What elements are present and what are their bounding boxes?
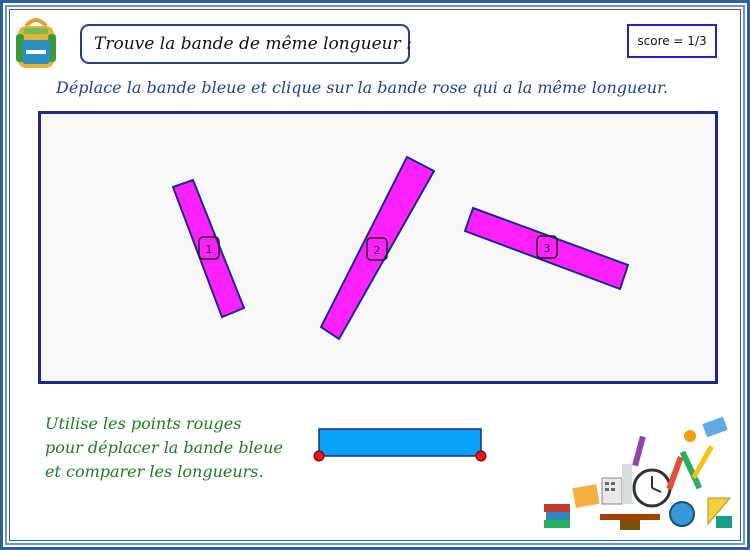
blue-strip xyxy=(318,428,482,457)
school-supplies-illustration xyxy=(544,416,732,530)
hint-line-2: pour déplacer la bande bleue xyxy=(45,438,283,457)
pink-strips-canvas: 1 2 3 xyxy=(171,155,630,341)
score-text: score = 1/3 xyxy=(637,34,707,48)
red-control-point-left[interactable] xyxy=(313,450,325,462)
instruction-text: Déplace la bande bleue et clique sur la … xyxy=(56,78,669,97)
red-control-point-right[interactable] xyxy=(475,450,487,462)
hint-line-1: Utilise les points rouges xyxy=(45,414,242,433)
strip-2-label: 2 xyxy=(374,244,381,257)
strip-3-label: 3 xyxy=(544,242,551,255)
pink-strip-1[interactable]: 1 xyxy=(171,178,246,319)
hint-line-3: et comparer les longueurs. xyxy=(45,462,264,481)
title-box: Trouve la bande de même longueur : xyxy=(80,24,412,64)
backpack-icon xyxy=(16,18,56,68)
page-title: Trouve la bande de même longueur : xyxy=(94,34,412,54)
blue-strip-area xyxy=(313,428,487,462)
hint-text: Utilise les points rouges pour déplacer … xyxy=(45,412,283,484)
pink-strip-2[interactable]: 2 xyxy=(319,155,436,341)
strip-1-label: 1 xyxy=(206,243,213,256)
pink-strip-3[interactable]: 3 xyxy=(463,206,630,291)
score-badge: score = 1/3 xyxy=(627,24,717,58)
strips-board: 1 2 3 xyxy=(38,111,718,384)
